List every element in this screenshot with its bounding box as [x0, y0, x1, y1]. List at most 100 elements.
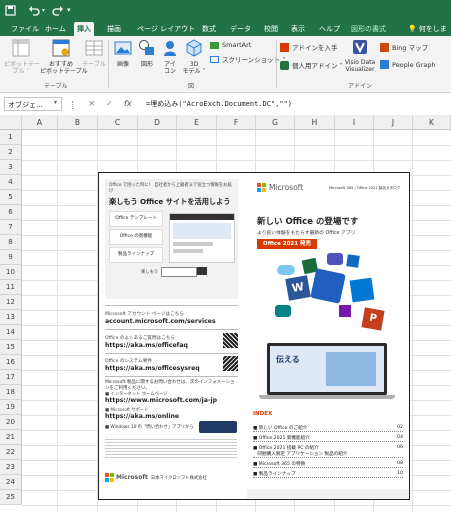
bing-maps-button[interactable]: Bing マップ [380, 42, 428, 52]
row-header[interactable]: 24 [0, 475, 22, 490]
tab-draw[interactable]: 描画 [104, 22, 124, 36]
row-header[interactable]: 11 [0, 280, 22, 295]
embedded-pdf-object[interactable]: Office で困った時に！ 自社者から上級者まで役立つ情報をお届け 楽しもう … [98, 172, 410, 500]
row-header[interactable]: 21 [0, 430, 22, 445]
recommended-pivot-button[interactable]: おすすめ ピボットテーブル [40, 39, 88, 75]
tell-me-search[interactable]: 💡 何をしま [405, 22, 450, 36]
catalog-cover-page: Microsoft Microsoft 365 / Office 2021 製品… [247, 173, 409, 499]
row-header[interactable]: 18 [0, 385, 22, 400]
cover-logo: Microsoft [257, 183, 303, 192]
tips-title: 楽しもう Office サイトを活用しよう [109, 197, 231, 206]
teams-icon [327, 253, 343, 265]
cover-headline: 新しい Office の登場です [257, 217, 359, 227]
column-header[interactable]: F [217, 115, 256, 130]
undo-icon[interactable] [28, 3, 40, 17]
cancel-button[interactable]: × [88, 97, 96, 111]
row-header[interactable]: 22 [0, 445, 22, 460]
customize-qat-icon[interactable]: ▾ [67, 3, 71, 17]
divider [105, 353, 238, 354]
row-header[interactable]: 25 [0, 490, 22, 505]
tab-file[interactable]: ファイル [8, 22, 42, 36]
shapes-button[interactable]: 図形 [136, 39, 158, 68]
row-header[interactable]: 1 [0, 130, 22, 145]
laptop-base [259, 395, 395, 399]
row-header[interactable]: 6 [0, 205, 22, 220]
tips-intro: Office で困った時に！ 自社者から上級者まで役立つ情報をお届け [109, 183, 232, 194]
screenshot-button[interactable]: スクリーンショット ˅ [210, 54, 286, 64]
row-header[interactable]: 3 [0, 160, 22, 175]
column-header[interactable]: K [413, 115, 451, 130]
search-go-icon [197, 267, 207, 275]
table-label: テーブル [82, 61, 106, 68]
formula-bar-grip[interactable] [72, 101, 75, 109]
tab-help[interactable]: ヘルプ [316, 22, 343, 36]
my-addins-button[interactable]: 個人用アドイン ˅ [280, 60, 343, 70]
icons-button[interactable]: アイ コン [160, 39, 180, 75]
recommended-pivot-icon [52, 39, 70, 57]
tab-formulas[interactable]: 数式 [199, 22, 219, 36]
support-url: https://aka.ms/online [105, 413, 180, 420]
name-box-dropdown-icon[interactable]: ▾ [54, 99, 57, 106]
tab-insert[interactable]: 挿入 [74, 22, 94, 36]
row-header[interactable]: 19 [0, 400, 22, 415]
index-item: ■ Office 2021 搭載 PC の紹介 同梱購入限定 アプリケーション … [253, 445, 403, 458]
visio-icon [353, 40, 367, 54]
row-header[interactable]: 20 [0, 415, 22, 430]
tab-review[interactable]: 校閲 [261, 22, 281, 36]
table-button[interactable]: テーブル [82, 39, 106, 68]
row-header[interactable]: 15 [0, 340, 22, 355]
row-header[interactable]: 8 [0, 235, 22, 250]
people-graph-button[interactable]: People Graph [380, 60, 436, 69]
3d-models-button[interactable]: 3D モデル ˅ [182, 39, 206, 75]
row-header[interactable]: 13 [0, 310, 22, 325]
index-title: INDEX [253, 411, 273, 417]
column-header[interactable]: I [335, 115, 374, 130]
image-button[interactable]: 画像 [112, 39, 134, 68]
recommended-pivot-label: おすすめ ピボットテーブル [40, 61, 88, 75]
column-header[interactable]: H [295, 115, 335, 130]
formula-input[interactable]: =埋め込み("AcroExch.Document.DC","") [146, 97, 292, 111]
column-header[interactable]: D [138, 115, 177, 130]
row-header[interactable]: 23 [0, 460, 22, 475]
redo-icon[interactable] [52, 3, 64, 17]
store-icon [280, 42, 289, 52]
smartart-button[interactable]: SmartArt [210, 41, 251, 49]
column-header[interactable]: E [177, 115, 217, 130]
row-header[interactable]: 5 [0, 190, 22, 205]
column-header[interactable]: A [22, 115, 58, 130]
column-header[interactable]: J [374, 115, 413, 130]
fine-print [105, 437, 237, 459]
windows-app-label: ■ Windows 10 の「問い合わせ」アプリから [105, 425, 194, 430]
outlook-icon [346, 254, 360, 268]
tab-shape-format[interactable]: 図形の書式 [348, 22, 389, 36]
row-header[interactable]: 2 [0, 145, 22, 160]
row-header[interactable]: 12 [0, 295, 22, 310]
pivot-table-button[interactable]: ピボットテー ブル ˅ [4, 39, 40, 75]
word-icon: W [285, 275, 311, 301]
column-header[interactable]: G [256, 115, 295, 130]
insert-function-button[interactable]: fx [124, 97, 132, 111]
get-addins-button[interactable]: アドインを入手 [280, 42, 338, 52]
row-header[interactable]: 7 [0, 220, 22, 235]
tab-view[interactable]: 表示 [288, 22, 308, 36]
save-icon[interactable] [5, 3, 16, 17]
undo-dropdown-icon[interactable]: ▾ [42, 3, 45, 17]
shapes-icon [139, 40, 154, 55]
enter-button[interactable]: ✓ [106, 97, 113, 111]
row-header[interactable]: 9 [0, 250, 22, 265]
row-header[interactable]: 14 [0, 325, 22, 340]
group-addins-label: アドイン [348, 83, 373, 90]
tab-home[interactable]: ホーム [42, 22, 69, 36]
visio-visualizer-button[interactable]: Visio Data Visualizer [342, 39, 378, 73]
row-header[interactable]: 17 [0, 370, 22, 385]
column-header[interactable]: C [98, 115, 138, 130]
tab-page-layout[interactable]: ページ レイアウト [134, 22, 198, 36]
row-header[interactable]: 4 [0, 175, 22, 190]
row-header[interactable]: 16 [0, 355, 22, 370]
select-all-corner[interactable] [0, 115, 22, 130]
cover-subline: より良い体験をもたらす最新の Office アプリ [257, 231, 356, 236]
row-header[interactable]: 10 [0, 265, 22, 280]
column-header[interactable]: B [58, 115, 98, 130]
catalog-title: Microsoft 365 / Office 2021 製品カタログ [329, 186, 401, 190]
tab-data[interactable]: データ [227, 22, 254, 36]
